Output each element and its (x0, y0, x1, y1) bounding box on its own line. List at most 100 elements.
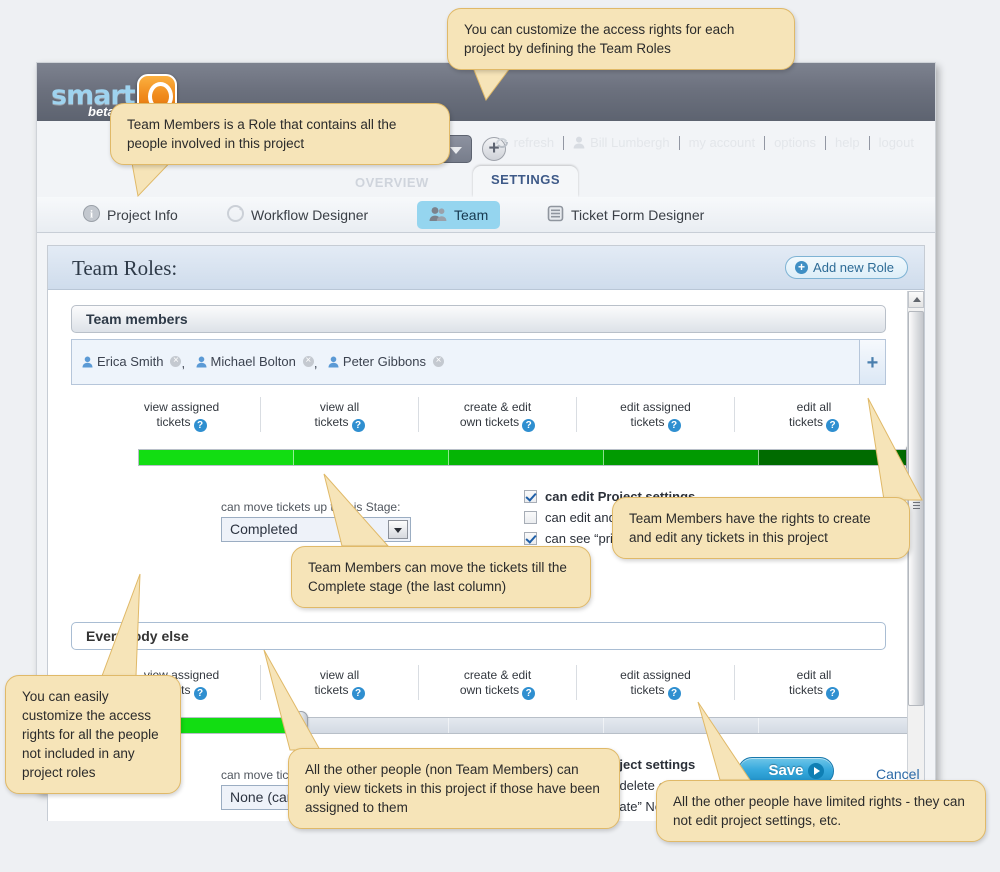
user-icon (328, 356, 339, 368)
nav-options[interactable]: options (765, 135, 825, 150)
sub-tab-project-info-label: Project Info (107, 207, 178, 223)
nav-user-label: Bill Lumbergh (590, 135, 670, 150)
col-line2: tickets (156, 415, 190, 429)
question-icon[interactable]: ? (352, 419, 365, 432)
column-header-edit-assigned-tickets: edit assigned tickets? (577, 397, 735, 432)
scroll-up-button[interactable] (908, 291, 924, 308)
sub-tab-team[interactable]: Team (417, 201, 500, 229)
column-header-edit-all-tickets: edit all tickets? (735, 665, 893, 700)
member-separator: , (314, 356, 318, 371)
member-chip[interactable]: Erica Smith × (82, 354, 181, 369)
col-line2: own tickets (460, 415, 519, 429)
callout-tail (246, 648, 326, 756)
member-chip[interactable]: Michael Bolton × (196, 354, 314, 369)
slider-segment (449, 450, 604, 465)
callout-move-stage: Team Members can move the tickets till t… (291, 546, 591, 608)
nav-refresh[interactable]: refresh (486, 135, 563, 150)
question-icon[interactable]: ? (668, 687, 681, 700)
slider-segment (139, 450, 294, 465)
sub-tabs: i Project Info Workflow Designer Team (37, 197, 935, 233)
add-new-role-label: Add new Role (813, 260, 894, 275)
sub-tab-workflow-designer[interactable]: Workflow Designer (215, 201, 380, 229)
rights-slider-role-0[interactable] (138, 449, 913, 466)
sub-tab-project-info[interactable]: i Project Info (71, 201, 190, 229)
tab-settings[interactable]: SETTINGS (473, 166, 578, 197)
remove-icon[interactable]: × (170, 356, 181, 367)
column-headers-role-1: view assigned tickets? view all tickets?… (103, 665, 893, 700)
sub-tab-ticket-form-designer[interactable]: Ticket Form Designer (535, 201, 716, 229)
col-line1: create & edit (464, 668, 531, 682)
callout-team-members-role: Team Members is a Role that contains all… (110, 103, 450, 165)
callout-limited-rights: All the other people have limited rights… (656, 780, 986, 842)
question-icon[interactable]: ? (194, 419, 207, 432)
col-line1: view assigned (144, 400, 219, 414)
refresh-icon (495, 137, 509, 149)
slider-segment (294, 450, 449, 465)
checkbox-can-edit-delete-others-notes[interactable] (524, 511, 537, 524)
column-headers-role-0: view assigned tickets? view all tickets?… (103, 397, 893, 432)
panel-header: Team Roles: + Add new Role (48, 246, 924, 290)
col-line1: edit assigned (620, 668, 691, 682)
arrow-right-icon (808, 763, 824, 779)
chevron-down-icon (450, 147, 462, 154)
nav-logout[interactable]: logout (870, 135, 923, 150)
col-line2: tickets (314, 415, 348, 429)
sub-tab-team-label: Team (454, 207, 488, 223)
column-header-edit-assigned-tickets: edit assigned tickets? (577, 665, 735, 700)
add-new-role-button[interactable]: + Add new Role (785, 256, 908, 279)
col-line1: create & edit (464, 400, 531, 414)
svg-text:i: i (90, 209, 93, 221)
vertical-scrollbar[interactable] (907, 291, 924, 821)
team-icon (429, 206, 447, 225)
column-header-create-edit-own-tickets: create & edit own tickets? (419, 397, 577, 432)
col-line2: tickets (630, 683, 664, 697)
remove-icon[interactable]: × (433, 356, 444, 367)
remove-icon[interactable]: × (303, 356, 314, 367)
add-member-button[interactable]: + (859, 340, 885, 384)
plus-circle-icon: + (795, 261, 808, 274)
col-line2: own tickets (460, 683, 519, 697)
col-line2: tickets (630, 415, 664, 429)
question-icon[interactable]: ? (522, 419, 535, 432)
member-separator: , (181, 356, 185, 371)
slider-segment (449, 718, 604, 733)
question-icon[interactable]: ? (352, 687, 365, 700)
tab-overview[interactable]: OVERVIEW (337, 169, 447, 197)
question-icon[interactable]: ? (668, 419, 681, 432)
screenshot-root: smart beta smartQ demo launch + (0, 0, 1000, 872)
members-box-team-members[interactable]: Erica Smith × , Michael Bolton × , Peter… (71, 339, 886, 385)
form-icon (547, 205, 564, 225)
question-icon[interactable]: ? (194, 687, 207, 700)
question-icon[interactable]: ? (522, 687, 535, 700)
role-header-everybody-else[interactable]: Everybody else (71, 622, 886, 650)
top-nav: refresh Bill Lumbergh my account options… (486, 135, 923, 150)
col-line1: edit assigned (620, 400, 691, 414)
checkbox-can-edit-project-settings[interactable] (524, 490, 537, 503)
callout-tail (318, 472, 398, 554)
role-name-0: Team members (86, 311, 188, 327)
member-name: Peter Gibbons (343, 354, 426, 369)
checkbox-can-see-private-notes[interactable] (524, 532, 537, 545)
nav-user[interactable]: Bill Lumbergh (564, 135, 679, 150)
nav-help[interactable]: help (826, 135, 869, 150)
scrollbar-thumb[interactable] (908, 311, 924, 706)
callout-everybody-else: You can easily customize the access righ… (5, 675, 181, 794)
callout-access-rights: You can customize the access rights for … (447, 8, 795, 70)
col-line1: view all (320, 400, 359, 414)
member-name: Erica Smith (97, 354, 163, 369)
nav-refresh-label: refresh (514, 135, 554, 150)
role-header-team-members[interactable]: Team members (71, 305, 886, 333)
column-header-view-assigned-tickets: view assigned tickets? (103, 397, 261, 432)
callout-other-people-view: All the other people (non Team Members) … (288, 748, 620, 829)
chevron-up-icon (913, 297, 921, 302)
sub-tab-ticket-form-designer-label: Ticket Form Designer (571, 207, 704, 223)
workflow-icon (227, 205, 244, 225)
question-icon[interactable]: ? (826, 687, 839, 700)
nav-my-account[interactable]: my account (680, 135, 764, 150)
col-line1: edit all (797, 400, 832, 414)
question-icon[interactable]: ? (826, 419, 839, 432)
member-chip[interactable]: Peter Gibbons × (328, 354, 444, 369)
stage-select-value: Completed (230, 521, 298, 537)
col-line2: tickets (789, 683, 823, 697)
user-icon (573, 136, 585, 149)
